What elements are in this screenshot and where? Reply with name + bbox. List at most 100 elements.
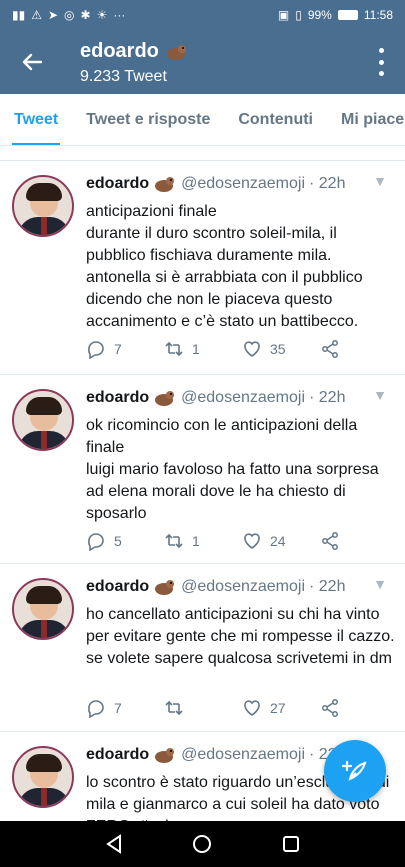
tweet-header: edoardo @edosenzaemoji · 22h ▼ [86, 576, 393, 596]
tweet-author-name[interactable]: edoardo [86, 578, 149, 596]
overflow-menu-icon[interactable] [377, 48, 385, 76]
tweet-author-name[interactable]: edoardo [86, 389, 149, 407]
avatar[interactable] [12, 389, 74, 451]
tweet-time: · 22h [309, 578, 346, 595]
heart-icon [244, 341, 260, 357]
clock: 11:58 [363, 8, 393, 22]
avatar[interactable] [12, 578, 74, 640]
chevron-down-icon[interactable]: ▼ [373, 576, 387, 592]
chevron-down-icon[interactable]: ▼ [373, 173, 387, 189]
reply-count: 7 [114, 341, 122, 357]
share-button[interactable] [320, 531, 340, 551]
retweet-button[interactable]: 1 [164, 531, 242, 551]
reply-button[interactable]: 5 [86, 531, 164, 551]
profile-title: edoardo [80, 40, 187, 63]
reply-icon [88, 341, 104, 359]
tweet-item[interactable]: edoardo @edosenzaemoji · 22h ▼ anticipaz… [0, 160, 405, 370]
like-button[interactable]: 35 [242, 339, 320, 359]
status-left-icons: ▮▮ ⚠ ➤ ◎ ✱ ☀ ··· [12, 8, 125, 22]
heart-icon [244, 533, 260, 549]
reply-button[interactable]: 7 [86, 339, 164, 359]
nfc-icon: ▣ [277, 8, 290, 22]
battery-percent: 99% [307, 8, 332, 22]
retweet-count: 1 [192, 341, 200, 357]
share-button[interactable] [320, 698, 340, 718]
reply-count: 7 [114, 700, 122, 716]
tweet-actions: 5 1 24 [86, 529, 366, 553]
feather-plus-icon [341, 760, 367, 781]
app-bar: edoardo 9.233 Tweet [0, 30, 405, 94]
tweet-header: edoardo @edosenzaemoji · 22h ▼ [86, 173, 393, 193]
retweet-count: 1 [192, 533, 200, 549]
tab-tweet[interactable]: Tweet [0, 94, 72, 145]
tab-mi-piace[interactable]: Mi piace [327, 94, 405, 145]
otter-emoji-icon [155, 391, 175, 406]
reply-count: 5 [114, 533, 122, 549]
retweet-button[interactable] [164, 698, 242, 718]
tweet-handle: @edosenzaemoji [181, 175, 305, 192]
tab-contenuti[interactable]: Contenuti [224, 94, 327, 145]
otter-emoji-icon [155, 177, 175, 192]
otter-emoji-icon [155, 580, 175, 595]
tweet-author-name[interactable]: edoardo [86, 746, 149, 764]
tweet-handle: @edosenzaemoji [181, 746, 305, 763]
tweet-handle: @edosenzaemoji [181, 578, 305, 595]
tweet-text: anticipazioni finale durante il duro sco… [86, 203, 363, 330]
heart-icon [244, 700, 260, 716]
chevron-down-icon[interactable]: ▼ [373, 387, 387, 403]
otter-emoji-icon [155, 748, 175, 763]
tweet-author-name[interactable]: edoardo [86, 175, 149, 193]
battery-icon [337, 10, 358, 20]
status-bar: ▮▮ ⚠ ➤ ◎ ✱ ☀ ··· ▣ ▯ 99% 11:58 [0, 0, 405, 30]
like-count: 24 [270, 533, 286, 549]
instagram-icon: ◎ [64, 8, 75, 22]
tab-tweet-e-risposte[interactable]: Tweet e risposte [72, 94, 224, 145]
tweet-actions: 7 27 [86, 696, 366, 720]
retweet-icon [165, 533, 183, 549]
tweet-header: edoardo @edosenzaemoji · 22h ▼ [86, 387, 393, 407]
tweet-handle: @edosenzaemoji [181, 389, 305, 406]
brightness-icon: ☀ [96, 8, 108, 22]
nav-recents-icon[interactable] [280, 833, 302, 855]
tweet-feed[interactable]: edoardo @edosenzaemoji · 22h ▼ anticipaz… [0, 146, 405, 821]
more-dots-icon: ··· [113, 8, 126, 22]
otter-emoji-icon [166, 44, 186, 60]
retweet-icon [165, 341, 183, 357]
reply-icon [88, 533, 104, 551]
nav-back-icon[interactable] [103, 833, 125, 855]
signal-icon: ▮▮ [12, 8, 26, 22]
share-icon [322, 699, 338, 717]
profile-name: edoardo [80, 40, 159, 62]
system-navigation-bar [0, 821, 405, 867]
reply-icon [88, 700, 104, 718]
retweet-icon [165, 700, 183, 716]
like-button[interactable]: 24 [242, 531, 320, 551]
back-arrow-icon[interactable] [18, 48, 46, 76]
tweet-item[interactable]: edoardo @edosenzaemoji · 22h ▼ ok ricomi… [0, 374, 405, 559]
profile-tabs: Tweet Tweet e risposte Contenuti Mi piac… [0, 94, 405, 146]
send-icon: ➤ [47, 8, 59, 22]
like-button[interactable]: 27 [242, 698, 320, 718]
share-icon [322, 340, 338, 358]
avatar[interactable] [12, 746, 74, 808]
reply-button[interactable]: 7 [86, 698, 164, 718]
tweet-time: · 22h [309, 389, 346, 406]
nav-home-icon[interactable] [191, 833, 213, 855]
share-icon [322, 532, 338, 550]
avatar[interactable] [12, 175, 74, 237]
share-button[interactable] [320, 339, 340, 359]
compose-tweet-button[interactable] [324, 740, 386, 802]
tweet-text: ho cancellato anticipazioni su chi ha vi… [86, 606, 395, 667]
settings-icon: ✱ [80, 8, 91, 22]
tweet-item[interactable]: edoardo @edosenzaemoji · 22h ▼ ho cancel… [0, 563, 405, 731]
like-count: 35 [270, 341, 286, 357]
tweet-time: · 22h [309, 175, 346, 192]
retweet-button[interactable]: 1 [164, 339, 242, 359]
tweet-count: 9.233 Tweet [80, 68, 167, 85]
warning-icon: ⚠ [31, 8, 42, 22]
vibrate-icon: ▯ [295, 8, 302, 22]
tweet-actions: 7 1 35 [86, 337, 366, 361]
like-count: 27 [270, 700, 286, 716]
tweet-text: ok ricomincio con le anticipazioni della… [86, 417, 379, 522]
status-right: ▣ ▯ 99% 11:58 [278, 8, 393, 22]
